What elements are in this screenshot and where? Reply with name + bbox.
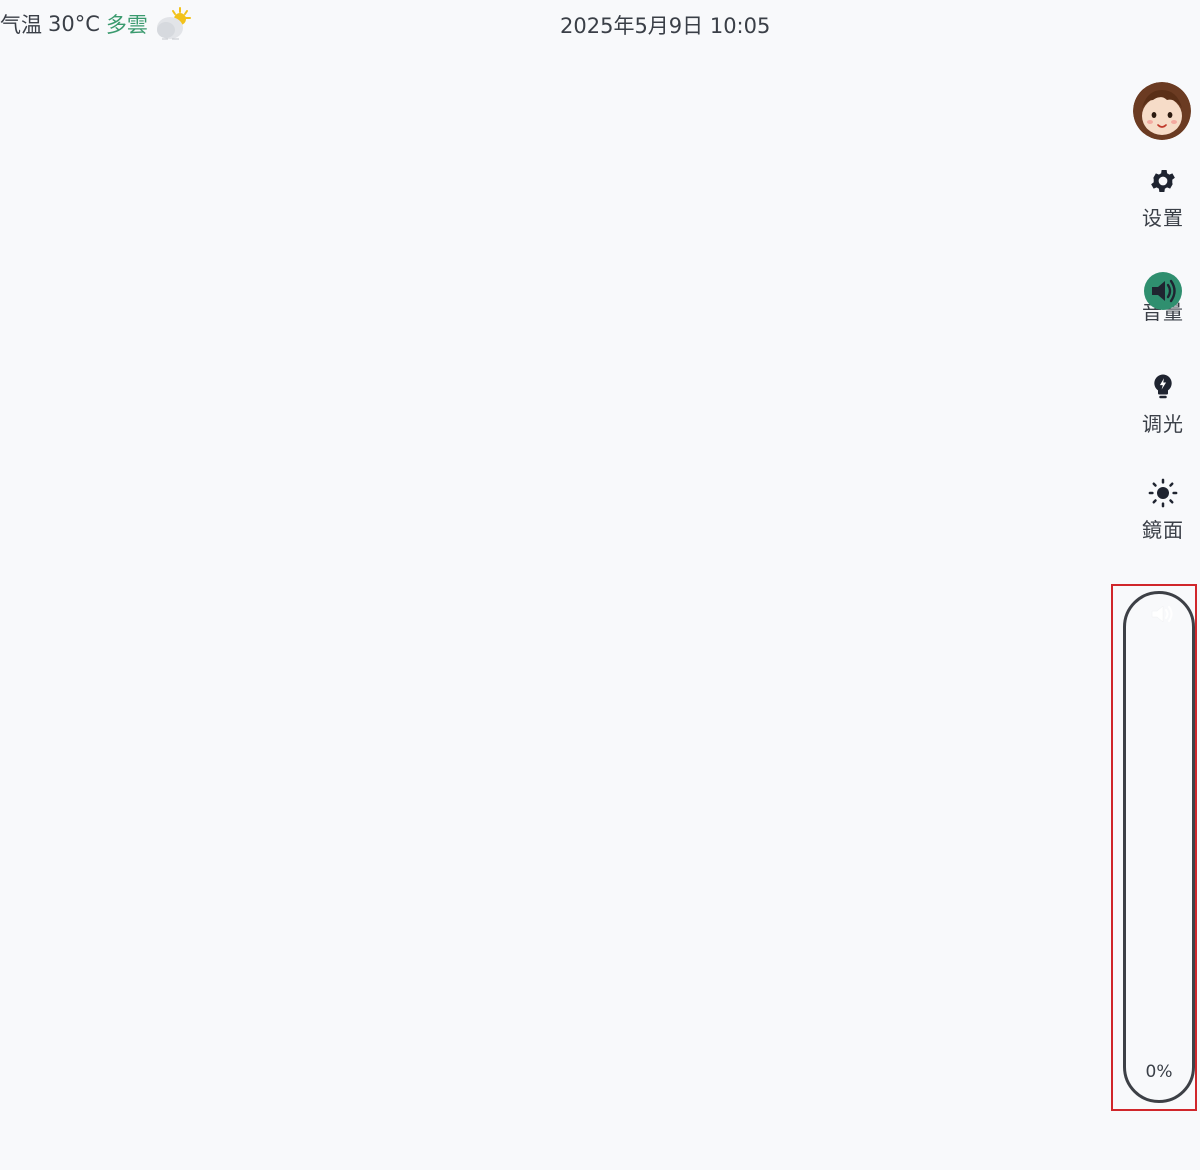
volume-slider[interactable]: 0% xyxy=(1123,591,1195,1103)
speaker-icon xyxy=(1152,279,1176,303)
menu-label-settings: 设置 xyxy=(1142,206,1184,230)
weather-condition: 多雲 xyxy=(105,13,148,37)
menu-item-volume[interactable]: 音量 xyxy=(1124,272,1200,325)
gear-icon xyxy=(1151,170,1175,192)
menu-label-mirror: 鏡面 xyxy=(1142,518,1184,542)
sun-icon xyxy=(1148,478,1178,508)
status-bar: 气温 30°C 多雲 2025年5月9日 10:05 xyxy=(0,0,1200,48)
temperature: 30°C xyxy=(48,12,100,36)
speaker-icon xyxy=(1151,605,1173,623)
user-avatar[interactable] xyxy=(1133,82,1191,140)
avatar-image xyxy=(1133,82,1191,140)
lightbulb-icon xyxy=(1154,374,1172,399)
volume-active-indicator xyxy=(1144,272,1182,310)
menu-item-mirror[interactable]: 鏡面 xyxy=(1124,478,1200,543)
menu-item-settings[interactable]: 设置 xyxy=(1124,166,1200,231)
menu-label-dimming: 调光 xyxy=(1142,412,1184,436)
volume-value: 0% xyxy=(1145,1062,1173,1082)
date-time: 2025年5月9日 10:05 xyxy=(560,14,771,38)
weather-label: 气温 xyxy=(0,13,42,37)
menu-item-dimming[interactable]: 调光 xyxy=(1124,372,1200,437)
weather-widget: 气温 30°C 多雲 xyxy=(0,6,192,42)
partly-cloudy-icon xyxy=(156,7,191,40)
